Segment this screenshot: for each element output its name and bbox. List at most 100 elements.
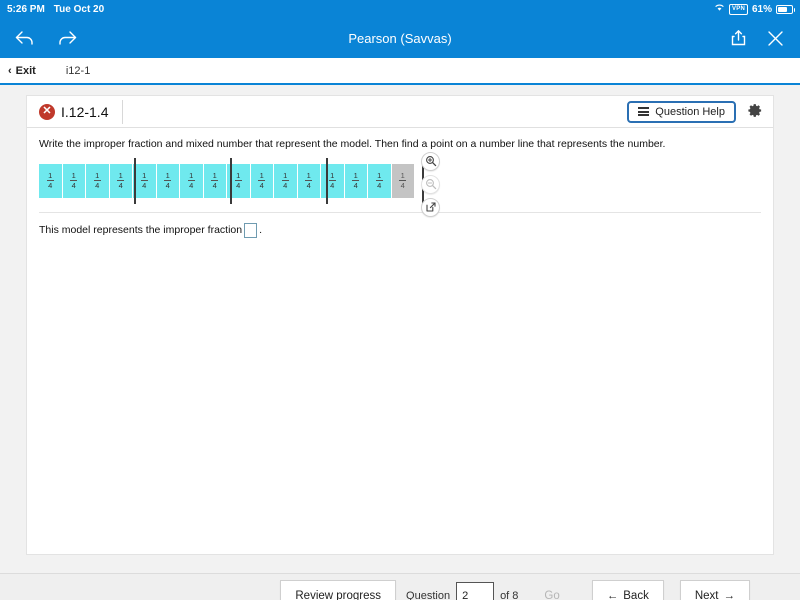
review-progress-button[interactable]: Review progress (280, 579, 397, 600)
fraction-cell: 14 (391, 163, 414, 198)
fraction-denominator: 4 (95, 180, 100, 190)
fraction-numerator: 1 (306, 170, 311, 180)
gear-icon[interactable] (748, 103, 763, 121)
fraction-denominator: 4 (71, 180, 76, 190)
status-bar-right: VPN 61% (714, 3, 795, 15)
ios-status-bar: 5:26 PM Tue Oct 20 VPN 61% (0, 0, 800, 18)
bottom-toolbar: Review progress Question of 8 Go ← Back … (0, 573, 800, 600)
fraction-numerator: 1 (142, 170, 147, 180)
whole-group-separator (230, 157, 232, 204)
fraction-cell: 14 (86, 163, 109, 198)
fraction-numerator: 1 (212, 170, 217, 180)
page-title: Pearson (Savvas) (348, 30, 452, 46)
forward-arrow-icon[interactable] (57, 29, 78, 47)
zoom-in-icon[interactable] (421, 151, 440, 171)
fraction-numerator: 1 (400, 170, 405, 180)
fraction-cell: 14 (109, 163, 132, 198)
fraction-denominator: 4 (236, 180, 241, 190)
close-icon[interactable] (767, 30, 784, 47)
exit-label: Exit (15, 64, 36, 77)
question-total-label: of 8 (500, 590, 519, 600)
back-button[interactable]: ← Back (591, 579, 664, 600)
fraction-numerator: 1 (236, 170, 241, 180)
fraction-denominator: 4 (165, 180, 170, 190)
nav-right-group (730, 18, 784, 58)
back-arrow-icon[interactable] (14, 29, 35, 47)
question-title-group: ✕ I.12-1.4 (39, 99, 124, 124)
fraction-numerator: 1 (283, 170, 288, 180)
content-page: ✕ I.12-1.4 Question Help Write the impro… (0, 85, 800, 600)
fraction-cell: 14 (203, 163, 226, 198)
status-bar-left: 5:26 PM Tue Oct 20 (7, 4, 104, 15)
question-help-label: Question Help (655, 105, 725, 118)
fraction-numerator: 1 (189, 170, 194, 180)
fraction-denominator: 4 (306, 180, 311, 190)
fraction-model-area: 14141414141414141414141414141414 (27, 151, 773, 217)
fraction-cell: 14 (321, 163, 344, 198)
fraction-numerator: 1 (95, 170, 100, 180)
go-button[interactable]: Go (528, 579, 576, 600)
fraction-denominator: 4 (142, 180, 147, 190)
fraction-cell: 14 (297, 163, 320, 198)
share-icon[interactable] (730, 29, 747, 47)
fraction-cell: 14 (180, 163, 203, 198)
fraction-denominator: 4 (259, 180, 264, 190)
question-id: I.12-1.4 (61, 103, 109, 120)
battery-percent: 61% (751, 3, 772, 15)
assignment-code: i12-1 (65, 64, 91, 77)
question-sheet: ✕ I.12-1.4 Question Help Write the impro… (26, 95, 774, 555)
fraction-cell: 14 (250, 163, 273, 198)
expand-icon[interactable] (421, 197, 440, 217)
incorrect-x-icon: ✕ (39, 103, 55, 120)
question-number-input[interactable] (456, 582, 495, 600)
model-zoom-tools (421, 151, 440, 217)
fraction-strip: 14141414141414141414141414141414 (39, 157, 424, 204)
fraction-cell: 14 (133, 163, 156, 198)
fraction-cell: 14 (62, 163, 85, 198)
fraction-numerator: 1 (259, 170, 264, 180)
back-label: Back (623, 590, 649, 600)
fraction-cell: 14 (39, 163, 62, 198)
question-help-button[interactable]: Question Help (627, 100, 736, 123)
vpn-badge: VPN (729, 3, 748, 15)
status-date: Tue Oct 20 (53, 3, 105, 15)
wifi-icon (714, 3, 725, 15)
exit-bar: ‹ Exit i12-1 (0, 58, 800, 85)
question-label: Question (406, 590, 451, 600)
fraction-denominator: 4 (212, 180, 217, 190)
fraction-numerator: 1 (165, 170, 170, 180)
fraction-numerator: 1 (377, 170, 382, 180)
question-header-actions: Question Help (627, 100, 763, 123)
back-arrow-glyph: ← (606, 590, 619, 600)
fraction-numerator: 1 (71, 170, 76, 180)
next-button[interactable]: Next → (679, 579, 750, 600)
fraction-denominator: 4 (283, 180, 288, 190)
browser-nav-bar: Pearson (Savvas) (0, 18, 800, 58)
battery-icon (776, 4, 795, 14)
fraction-numerator: 1 (118, 170, 123, 180)
exit-button[interactable]: ‹ Exit (8, 65, 36, 77)
fraction-denominator: 4 (377, 180, 382, 190)
fraction-denominator: 4 (189, 180, 194, 190)
question-header: ✕ I.12-1.4 Question Help (27, 96, 773, 128)
nav-left-group (14, 29, 78, 47)
fraction-cell: 14 (344, 163, 367, 198)
list-icon (638, 107, 650, 116)
answer-period: . (259, 224, 263, 237)
fraction-numerator: 1 (330, 170, 335, 180)
whole-group-separator (326, 157, 328, 204)
next-arrow-glyph: → (723, 590, 736, 600)
question-navigator: Question of 8 (406, 582, 518, 600)
answer-prompt-text: This model represents the improper fract… (39, 224, 243, 237)
next-label: Next (694, 590, 719, 600)
fraction-denominator: 4 (353, 180, 358, 190)
question-instruction: Write the improper fraction and mixed nu… (39, 138, 666, 150)
zoom-out-icon[interactable] (421, 174, 440, 194)
fraction-denominator: 4 (48, 180, 53, 190)
fraction-denominator: 4 (118, 180, 123, 190)
status-time: 5:26 PM (7, 3, 45, 15)
answer-row: This model represents the improper fract… (27, 213, 773, 238)
improper-fraction-input[interactable] (244, 222, 258, 238)
whole-group-separator (134, 157, 136, 204)
fraction-numerator: 1 (48, 170, 53, 180)
